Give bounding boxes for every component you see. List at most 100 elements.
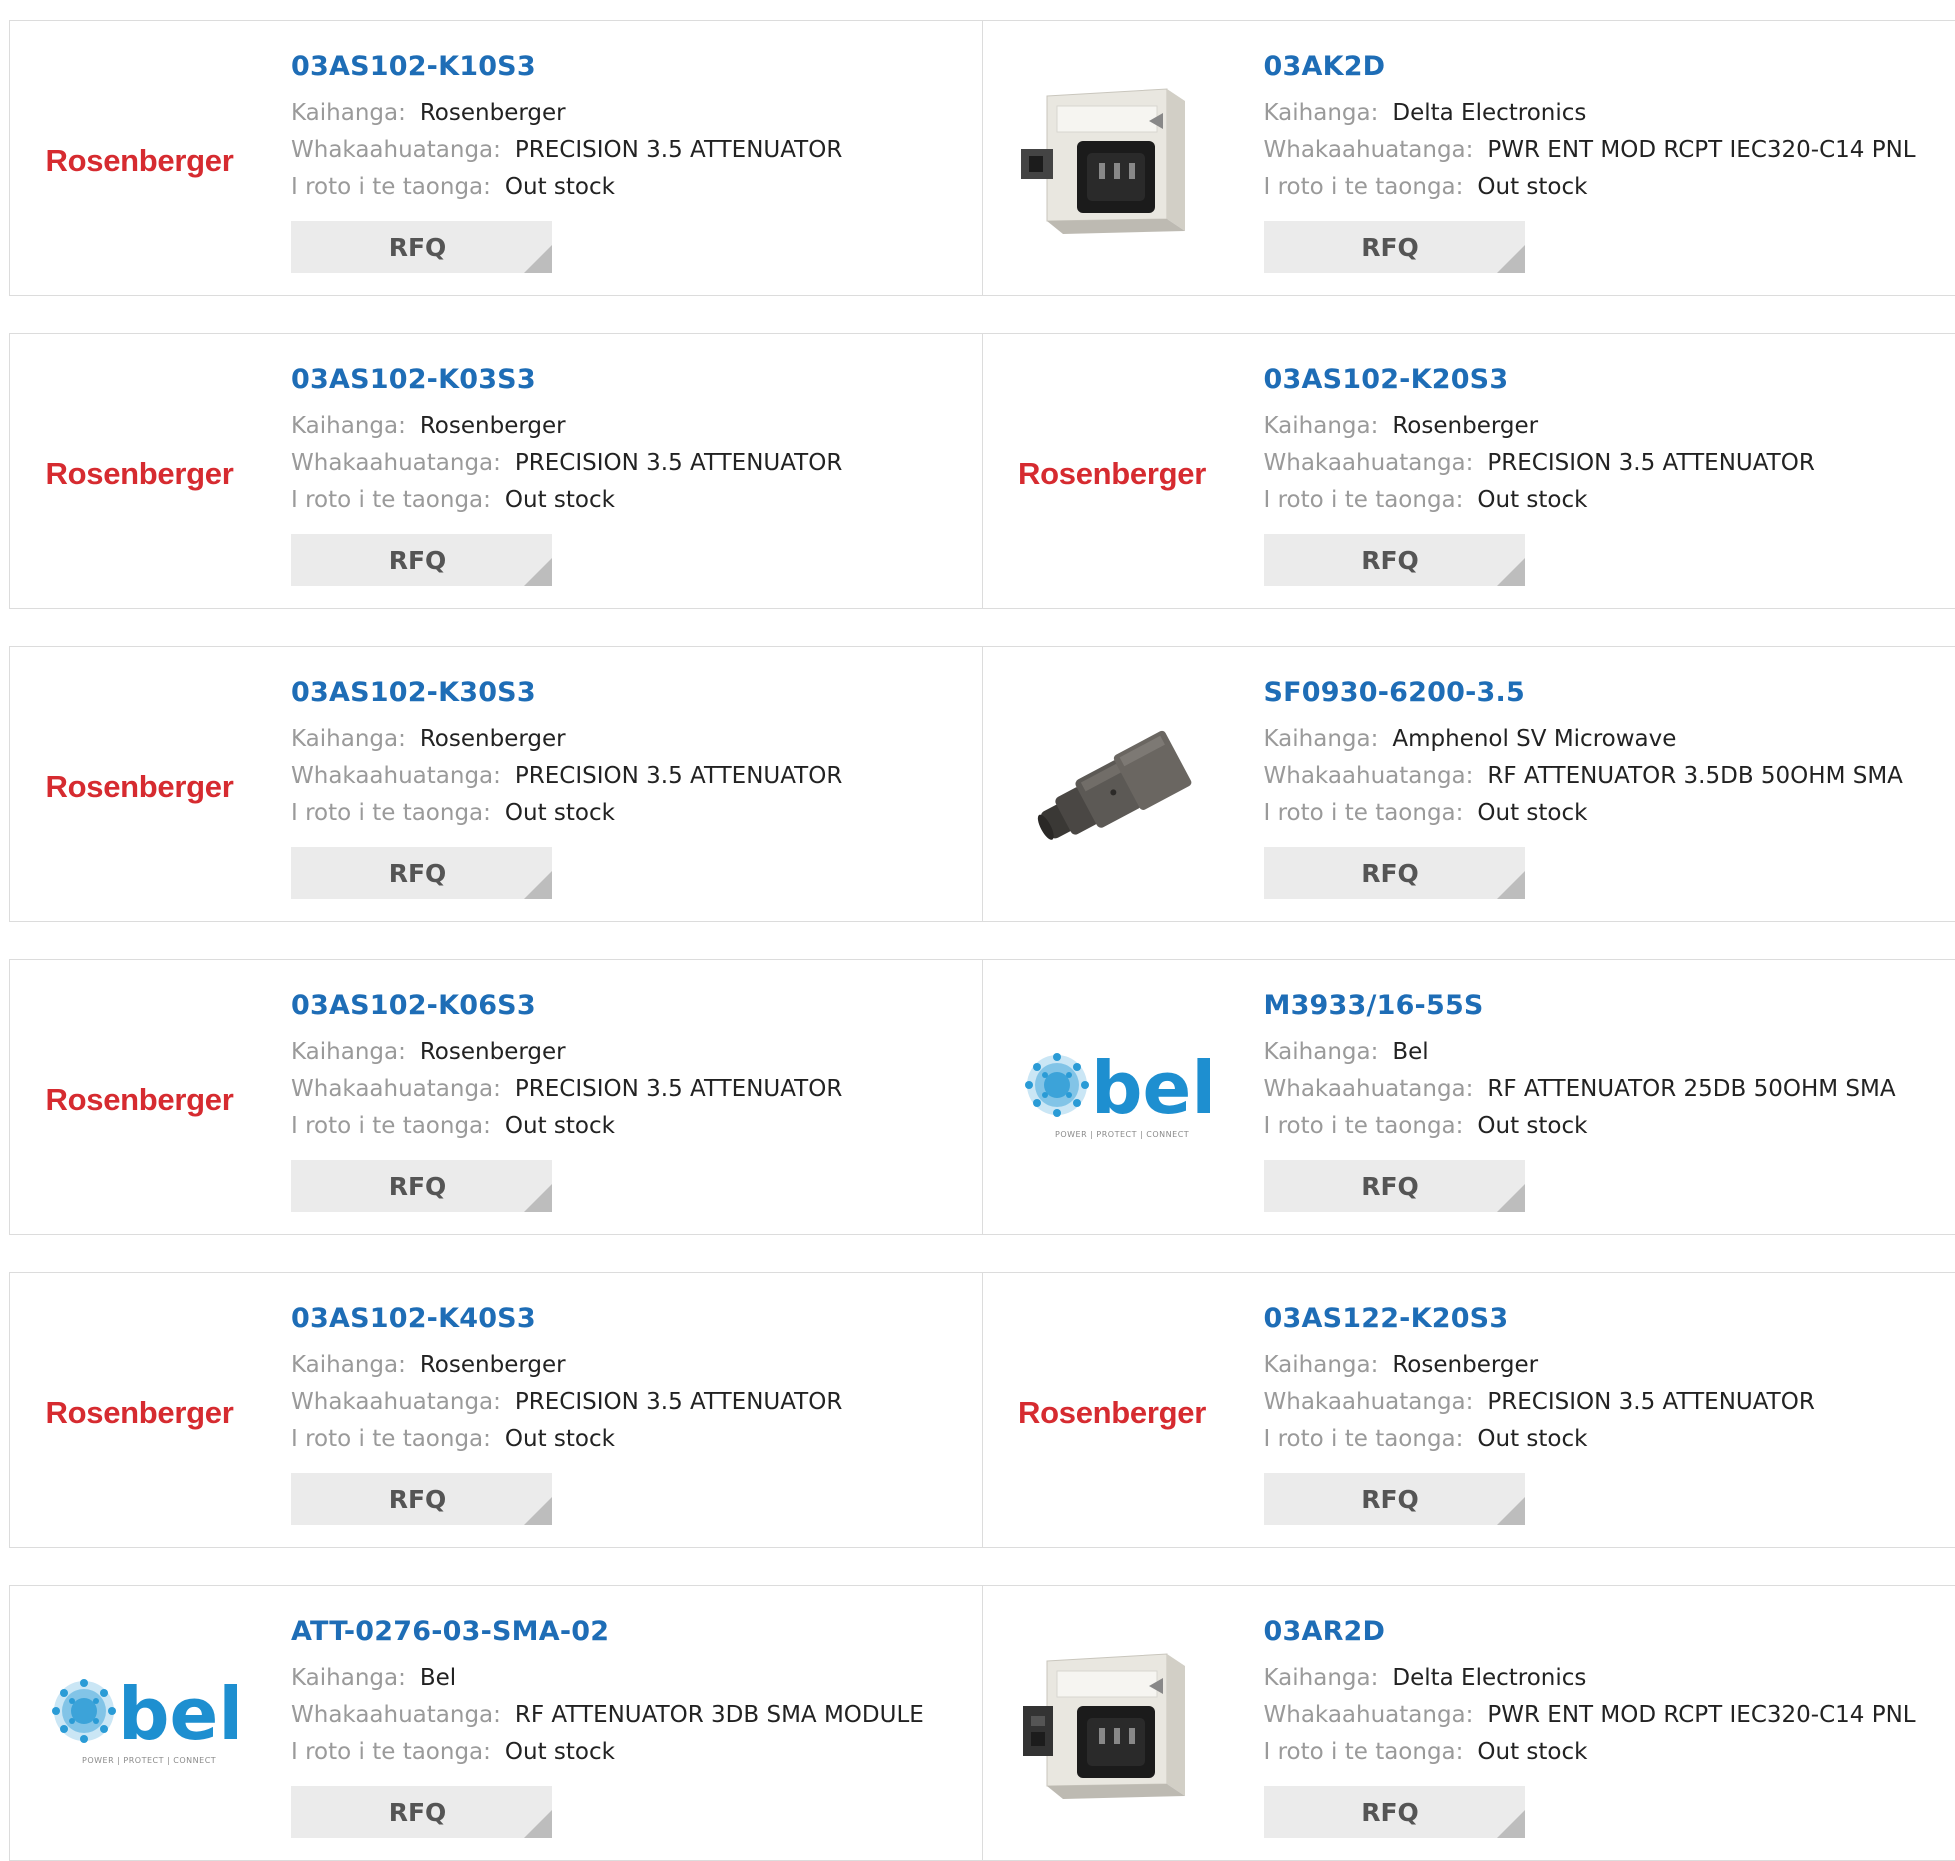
product-card: Rosenberger 03AS102-K03S3 Kaihanga:Rosen… xyxy=(10,334,983,608)
product-image[interactable] xyxy=(1015,689,1210,884)
stock-label: I roto i te taonga: xyxy=(1264,1426,1464,1452)
part-number-link[interactable]: 03AS102-K03S3 xyxy=(291,363,842,397)
rfq-button[interactable]: RFQ xyxy=(291,1473,552,1525)
corner-triangle-icon xyxy=(1497,1810,1525,1838)
corner-triangle-icon xyxy=(1497,558,1525,586)
manufacturer-label: Kaihanga: xyxy=(291,726,406,752)
rfq-button[interactable]: RFQ xyxy=(291,534,552,586)
rf-attenuator-photo xyxy=(1017,697,1207,877)
rosenberger-logo: Rosenberger xyxy=(46,1082,234,1118)
stock-value: Out stock xyxy=(1477,1426,1587,1452)
stock-label: I roto i te taonga: xyxy=(1264,174,1464,200)
rfq-label: RFQ xyxy=(1361,1798,1419,1827)
stock-label: I roto i te taonga: xyxy=(291,1739,491,1765)
corner-triangle-icon xyxy=(524,558,552,586)
bel-tagline: POWER | PROTECT | CONNECT xyxy=(82,1756,216,1765)
product-row: Rosenberger 03AS102-K30S3 Kaihanga:Rosen… xyxy=(9,646,1955,922)
rfq-button[interactable]: RFQ xyxy=(291,847,552,899)
product-image[interactable]: bel POWER | PROTECT | CONNECT xyxy=(42,1628,237,1823)
part-number-link[interactable]: 03AS102-K10S3 xyxy=(291,50,842,84)
corner-triangle-icon xyxy=(1497,1184,1525,1212)
rfq-button[interactable]: RFQ xyxy=(291,1786,552,1838)
manufacturer-label: Kaihanga: xyxy=(291,1039,406,1065)
product-image[interactable]: Rosenberger xyxy=(42,63,237,258)
rfq-button[interactable]: RFQ xyxy=(1264,534,1525,586)
part-number-link[interactable]: ATT-0276-03-SMA-02 xyxy=(291,1615,924,1649)
product-image[interactable]: Rosenberger xyxy=(42,376,237,571)
manufacturer-value: Rosenberger xyxy=(420,413,566,439)
bel-logo: bel POWER | PROTECT | CONNECT xyxy=(42,1671,237,1781)
rosenberger-logo: Rosenberger xyxy=(1018,456,1206,492)
description-value: PRECISION 3.5 ATTENUATOR xyxy=(1487,450,1814,476)
manufacturer-label: Kaihanga: xyxy=(291,1665,406,1691)
description-value: PWR ENT MOD RCPT IEC320-C14 PNL xyxy=(1487,1702,1915,1728)
manufacturer-label: Kaihanga: xyxy=(1264,1665,1379,1691)
description-value: RF ATTENUATOR 3.5DB 50OHM SMA xyxy=(1487,763,1903,789)
manufacturer-value: Rosenberger xyxy=(420,100,566,126)
stock-label: I roto i te taonga: xyxy=(1264,487,1464,513)
manufacturer-value: Bel xyxy=(1392,1039,1428,1065)
part-number-link[interactable]: 03AS102-K30S3 xyxy=(291,676,842,710)
rosenberger-logo: Rosenberger xyxy=(46,456,234,492)
description-label: Whakaahuatanga: xyxy=(1264,763,1474,789)
rfq-label: RFQ xyxy=(389,1172,447,1201)
description-label: Whakaahuatanga: xyxy=(1264,1389,1474,1415)
corner-triangle-icon xyxy=(1497,1497,1525,1525)
product-row: Rosenberger 03AS102-K40S3 Kaihanga: Rosen… xyxy=(9,1272,1955,1548)
manufacturer-label: Kaihanga: xyxy=(1264,1352,1379,1378)
rfq-button[interactable]: RFQ xyxy=(1264,1786,1525,1838)
product-image[interactable]: Rosenberger xyxy=(42,689,237,884)
part-number-link[interactable]: SF0930-6200-3.5 xyxy=(1264,676,1903,710)
description-label: Whakaahuatanga: xyxy=(291,1076,501,1102)
part-number-link[interactable]: M3933/16-55S xyxy=(1264,989,1896,1023)
rfq-button[interactable]: RFQ xyxy=(1264,1473,1525,1525)
rfq-button[interactable]: RFQ xyxy=(1264,221,1525,273)
product-row: Rosenberger 03AS102-K10S3 Kaihanga: Rosen… xyxy=(9,20,1955,296)
description-label: Whakaahuatanga: xyxy=(291,1389,501,1415)
description-label: Whakaahuatanga: xyxy=(1264,1702,1474,1728)
description-label: Whakaahuatanga: xyxy=(291,450,501,476)
product-card: bel POWER | PROTECT | CONNECT ATT-0276-0… xyxy=(10,1586,983,1860)
stock-label: I roto i te taonga: xyxy=(291,800,491,826)
rfq-label: RFQ xyxy=(389,546,447,575)
stock-value: Out stock xyxy=(505,1739,615,1765)
manufacturer-value: Delta Electronics xyxy=(1392,100,1586,126)
manufacturer-label: Kaihanga: xyxy=(1264,100,1379,126)
part-number-link[interactable]: 03AS102-K40S3 xyxy=(291,1302,842,1336)
rfq-button[interactable]: RFQ xyxy=(291,221,552,273)
rfq-label: RFQ xyxy=(1361,859,1419,888)
stock-value: Out stock xyxy=(505,1426,615,1452)
product-image[interactable]: bel POWER | PROTECT | CONNECT xyxy=(1015,1002,1210,1197)
product-image[interactable] xyxy=(1015,1628,1210,1823)
rfq-button[interactable]: RFQ xyxy=(1264,847,1525,899)
stock-label: I roto i te taonga: xyxy=(1264,800,1464,826)
manufacturer-value: Delta Electronics xyxy=(1392,1665,1586,1691)
product-image[interactable]: Rosenberger xyxy=(42,1002,237,1197)
part-number-link[interactable]: 03AS122-K20S3 xyxy=(1264,1302,1815,1336)
rfq-label: RFQ xyxy=(389,1798,447,1827)
stock-value: Out stock xyxy=(505,174,615,200)
part-number-link[interactable]: 03AR2D xyxy=(1264,1615,1916,1649)
manufacturer-label: Kaihanga: xyxy=(1264,413,1379,439)
stock-value: Out stock xyxy=(1477,1739,1587,1765)
part-number-link[interactable]: 03AS102-K20S3 xyxy=(1264,363,1815,397)
product-image[interactable]: Rosenberger xyxy=(42,1315,237,1510)
product-image[interactable] xyxy=(1015,63,1210,258)
rosenberger-logo: Rosenberger xyxy=(46,1395,234,1431)
corner-triangle-icon xyxy=(1497,871,1525,899)
description-label: Whakaahuatanga: xyxy=(1264,137,1474,163)
corner-triangle-icon xyxy=(524,245,552,273)
part-number-link[interactable]: 03AS102-K06S3 xyxy=(291,989,842,1023)
rfq-button[interactable]: RFQ xyxy=(291,1160,552,1212)
part-number-link[interactable]: 03AK2D xyxy=(1264,50,1916,84)
description-value: PRECISION 3.5 ATTENUATOR xyxy=(1487,1389,1814,1415)
stock-value: Out stock xyxy=(1477,1113,1587,1139)
product-image[interactable]: Rosenberger xyxy=(1015,376,1210,571)
rfq-button[interactable]: RFQ xyxy=(1264,1160,1525,1212)
product-grid: Rosenberger 03AS102-K10S3 Kaihanga:Rosen… xyxy=(9,20,1955,1861)
product-image[interactable]: Rosenberger xyxy=(1015,1315,1210,1510)
corner-triangle-icon xyxy=(524,1497,552,1525)
power-entry-module-photo xyxy=(1017,71,1207,251)
stock-value: Out stock xyxy=(1477,487,1587,513)
rfq-label: RFQ xyxy=(389,1485,447,1514)
